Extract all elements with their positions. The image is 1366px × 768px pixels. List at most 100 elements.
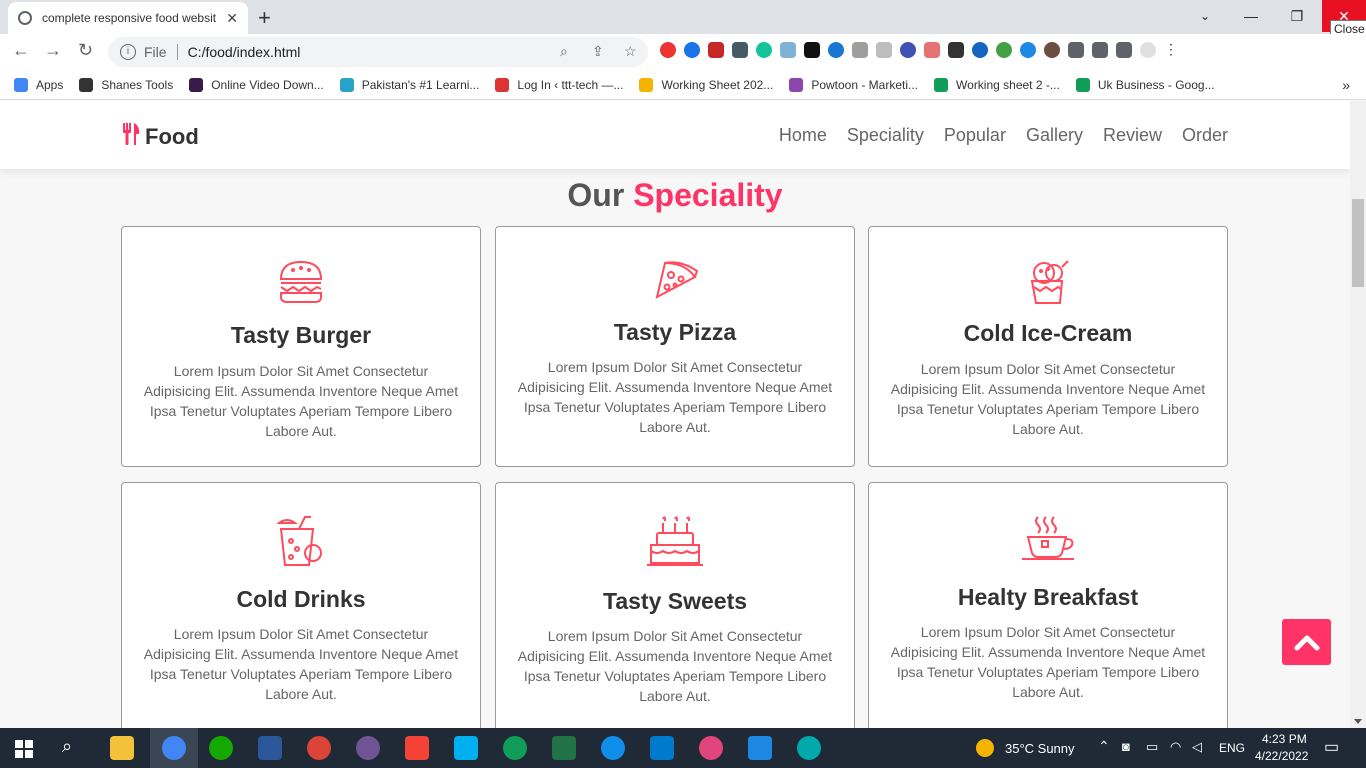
- grid-extension-icon[interactable]: [948, 42, 964, 58]
- tray-meet-icon[interactable]: ◙: [1122, 739, 1130, 754]
- bookmark-item[interactable]: Working sheet 2 -...: [934, 77, 1060, 92]
- wifi-icon[interactable]: ◠: [1170, 739, 1181, 755]
- nav-gallery[interactable]: Gallery: [1026, 125, 1083, 146]
- speciality-card-ice-cream[interactable]: Cold Ice-Cream Lorem Ipsum Dolor Sit Ame…: [868, 226, 1228, 467]
- nav-popular[interactable]: Popular: [944, 125, 1006, 146]
- bookmark-item[interactable]: Shanes Tools: [79, 77, 174, 92]
- badge-extension-icon[interactable]: [1044, 42, 1060, 58]
- bookmark-item[interactable]: Uk Business - Goog...: [1075, 77, 1215, 92]
- bookmark-label: Working Sheet 202...: [661, 77, 774, 92]
- play-extension-icon[interactable]: [972, 42, 988, 58]
- tray-chevron-up-icon[interactable]: ⌃: [1098, 738, 1110, 755]
- info-icon[interactable]: i: [120, 44, 136, 60]
- profile-avatar-icon[interactable]: [1140, 42, 1156, 58]
- bookmark-item[interactable]: Online Video Down...: [189, 77, 324, 92]
- rocket-extension-icon[interactable]: [900, 42, 916, 58]
- bookmark-label: Powtoon - Marketi...: [811, 77, 919, 92]
- language-indicator[interactable]: ENG: [1219, 741, 1245, 755]
- browser-tab[interactable]: complete responsive food websit ✕: [8, 2, 248, 34]
- side-panel-icon[interactable]: [1116, 42, 1132, 58]
- anydesk-icon[interactable]: [405, 736, 429, 760]
- pokeball-extension-icon[interactable]: [660, 42, 676, 58]
- nav-home[interactable]: Home: [779, 125, 827, 146]
- bookmark-favicon-icon: [339, 77, 354, 92]
- site-logo[interactable]: Food: [121, 122, 199, 152]
- photos-icon[interactable]: [748, 736, 772, 760]
- address-bar[interactable]: i File C:/food/index.html ⌕ ⇪ ☆: [108, 37, 648, 67]
- chrome-profile-icon[interactable]: [307, 736, 331, 760]
- github-icon[interactable]: [356, 736, 380, 760]
- reload-icon[interactable]: ↻: [78, 40, 93, 61]
- edge-icon[interactable]: [797, 736, 821, 760]
- minimize-button[interactable]: —: [1228, 0, 1274, 32]
- upwork-icon[interactable]: [209, 736, 233, 760]
- drink-icon: [277, 516, 322, 566]
- speciality-card-pizza[interactable]: Tasty Pizza Lorem Ipsum Dolor Sit Amet C…: [495, 226, 855, 467]
- url-text[interactable]: C:/food/index.html: [188, 44, 301, 60]
- tab-search-chevron-icon[interactable]: ⌄: [1182, 0, 1228, 32]
- clock-time[interactable]: 4:23 PM: [1262, 732, 1307, 746]
- skype-icon[interactable]: [454, 736, 478, 760]
- bookmark-star-icon[interactable]: ☆: [624, 43, 637, 60]
- volume-icon[interactable]: ◁: [1192, 739, 1202, 755]
- word-icon[interactable]: [258, 736, 282, 760]
- vector-extension-icon[interactable]: [804, 42, 820, 58]
- speciality-card-burger[interactable]: Tasty Burger Lorem Ipsum Dolor Sit Amet …: [121, 226, 481, 467]
- puzzle-color-extension-icon[interactable]: [780, 42, 796, 58]
- bookmark-item[interactable]: Apps: [14, 77, 63, 92]
- speciality-card-breakfast[interactable]: Healty Breakfast Lorem Ipsum Dolor Sit A…: [868, 482, 1228, 728]
- grammar-extension-icon[interactable]: [684, 42, 700, 58]
- bookmark-item[interactable]: Pakistan's #1 Learni...: [339, 77, 479, 92]
- battery-icon[interactable]: ▭: [1146, 739, 1158, 755]
- file-explorer-icon[interactable]: [110, 736, 134, 760]
- search-icon[interactable]: ⌕: [62, 736, 72, 757]
- extensions-puzzle-icon[interactable]: [1068, 42, 1084, 58]
- paint-drop-icon[interactable]: [699, 736, 723, 760]
- speciality-card-drinks[interactable]: Cold Drinks Lorem Ipsum Dolor Sit Amet C…: [121, 482, 481, 728]
- at-sign-extension-icon[interactable]: [828, 42, 844, 58]
- page-scrollbar[interactable]: [1350, 101, 1366, 728]
- notification-icon[interactable]: ▭: [1324, 737, 1339, 757]
- restore-button[interactable]: ❐: [1274, 0, 1320, 32]
- forward-arrow-icon[interactable]: →: [44, 40, 62, 61]
- notify-extension-icon[interactable]: [924, 42, 940, 58]
- bookmarks-overflow-button[interactable]: »: [1342, 77, 1350, 93]
- nav-review[interactable]: Review: [1103, 125, 1162, 146]
- chrome-alt-icon[interactable]: [503, 736, 527, 760]
- mail-extension-icon[interactable]: [852, 42, 868, 58]
- link-extension-icon[interactable]: [732, 42, 748, 58]
- clock-date[interactable]: 4/22/2022: [1255, 749, 1308, 763]
- speciality-card-sweets[interactable]: Tasty Sweets Lorem Ipsum Dolor Sit Amet …: [495, 482, 855, 728]
- zoom-icon[interactable]: ⌕: [560, 43, 568, 60]
- bookmark-item[interactable]: Powtoon - Marketi...: [789, 77, 919, 92]
- url-scheme-label: File: [144, 44, 167, 60]
- cake-icon: [647, 516, 703, 566]
- reading-list-icon[interactable]: [1092, 42, 1108, 58]
- nav-speciality[interactable]: Speciality: [847, 125, 924, 146]
- scroll-to-top-button[interactable]: [1282, 619, 1331, 665]
- new-tab-button[interactable]: +: [258, 5, 271, 31]
- weather-text[interactable]: 35°C Sunny: [1005, 741, 1075, 756]
- chrome-icon[interactable]: [162, 736, 186, 760]
- share-icon[interactable]: ⇪: [592, 43, 604, 60]
- frog-extension-icon[interactable]: [996, 42, 1012, 58]
- nav-order[interactable]: Order: [1182, 125, 1228, 146]
- tab-close-button[interactable]: ✕: [226, 10, 238, 27]
- bookmark-item[interactable]: Log In ‹ ttt-tech —...: [495, 77, 623, 92]
- globe-icon: [18, 11, 32, 25]
- bookmark-favicon-icon: [495, 77, 510, 92]
- grammarly-extension-icon[interactable]: [756, 42, 772, 58]
- windows-start-icon[interactable]: [15, 740, 33, 758]
- teamviewer-icon[interactable]: [601, 736, 625, 760]
- pdf-extension-icon[interactable]: [708, 42, 724, 58]
- menu-kebab-icon[interactable]: ⋮: [1164, 42, 1180, 58]
- vscode-icon[interactable]: [650, 736, 674, 760]
- back-arrow-icon[interactable]: ←: [12, 40, 30, 61]
- email-at-extension-icon[interactable]: [1020, 42, 1036, 58]
- scroll-down-arrow-icon[interactable]: [1354, 719, 1362, 724]
- scrollbar-thumb[interactable]: [1352, 199, 1364, 287]
- excel-icon[interactable]: [552, 736, 576, 760]
- note-extension-icon[interactable]: [876, 42, 892, 58]
- bookmark-item[interactable]: Working Sheet 202...: [639, 77, 774, 92]
- bookmark-label: Shanes Tools: [101, 77, 174, 92]
